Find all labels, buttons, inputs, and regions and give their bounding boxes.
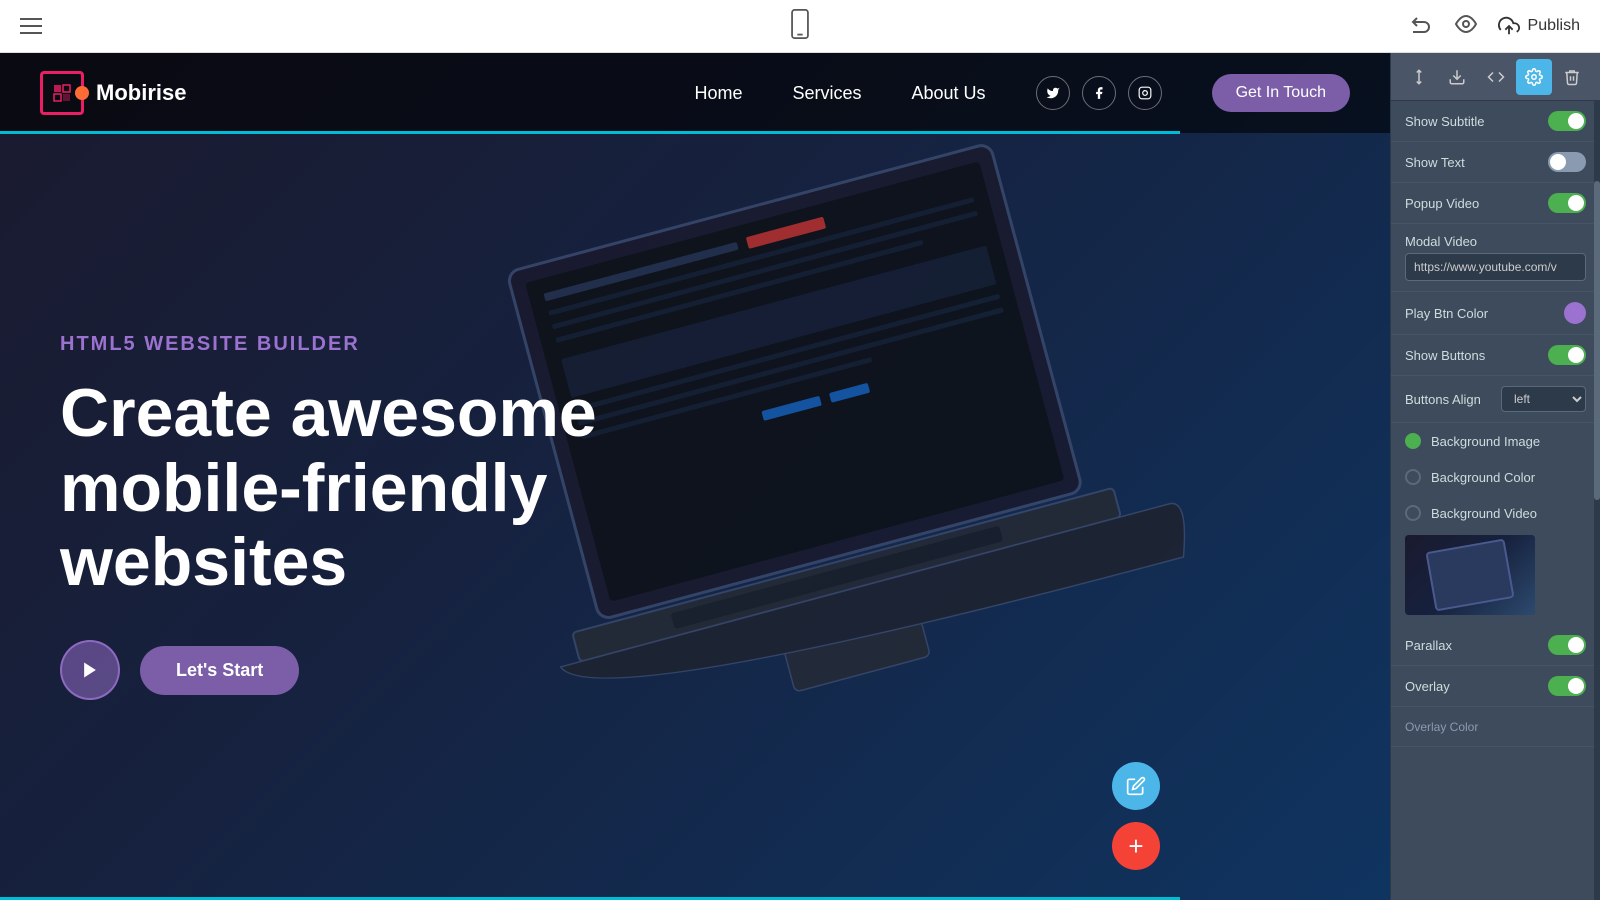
logo-text: Mobirise xyxy=(96,80,186,106)
panel-toolbar xyxy=(1391,53,1600,101)
sort-tool-button[interactable] xyxy=(1401,59,1437,95)
publish-label: Publish xyxy=(1528,17,1580,35)
background-video-label: Background Video xyxy=(1431,506,1537,521)
background-video-row: Background Video xyxy=(1391,495,1600,531)
phone-icon[interactable] xyxy=(788,9,812,44)
show-subtitle-row: Show Subtitle xyxy=(1391,101,1600,142)
add-fab[interactable]: + xyxy=(1112,822,1160,870)
lets-start-button[interactable]: Let's Start xyxy=(140,646,299,695)
trash-tool-button[interactable] xyxy=(1554,59,1590,95)
panel-scrollbar-thumb xyxy=(1594,181,1600,501)
facebook-icon[interactable] xyxy=(1082,76,1116,110)
play-btn-color-row: Play Btn Color xyxy=(1391,292,1600,335)
buttons-align-row: Buttons Align left center right xyxy=(1391,376,1600,423)
site-logo: Mobirise xyxy=(40,71,186,115)
play-btn-color-label: Play Btn Color xyxy=(1405,306,1488,321)
publish-button[interactable]: Publish xyxy=(1498,15,1580,37)
parallax-label: Parallax xyxy=(1405,638,1452,653)
thumbnail-laptop xyxy=(1425,539,1514,612)
settings-tool-button[interactable] xyxy=(1516,59,1552,95)
background-image-radio[interactable] xyxy=(1405,433,1421,449)
popup-video-label: Popup Video xyxy=(1405,196,1479,211)
background-image-label: Background Image xyxy=(1431,434,1540,449)
hamburger-icon[interactable] xyxy=(20,18,42,34)
section-border-top xyxy=(0,131,1180,134)
nav-social xyxy=(1036,76,1162,110)
modal-video-label: Modal Video xyxy=(1405,234,1477,249)
buttons-align-label: Buttons Align xyxy=(1405,392,1481,407)
top-toolbar: Publish xyxy=(0,0,1600,53)
parallax-toggle[interactable] xyxy=(1548,635,1586,655)
hero-subtitle: HTML5 WEBSITE BUILDER xyxy=(60,333,660,356)
show-text-row: Show Text xyxy=(1391,142,1600,183)
code-tool-button[interactable] xyxy=(1478,59,1514,95)
hero-section: HTML5 WEBSITE BUILDER Create awesome mob… xyxy=(0,53,1390,900)
popup-video-row: Popup Video xyxy=(1391,183,1600,224)
background-image-row: Background Image xyxy=(1391,423,1600,459)
show-text-label: Show Text xyxy=(1405,155,1465,170)
undo-icon[interactable] xyxy=(1410,12,1434,41)
show-text-toggle[interactable] xyxy=(1548,152,1586,172)
background-color-radio[interactable] xyxy=(1405,469,1421,485)
nav-link-services[interactable]: Services xyxy=(792,83,861,104)
panel-settings: Show Subtitle Show Text Popup Video xyxy=(1391,101,1600,900)
extra-setting-label: Overlay Color xyxy=(1405,720,1478,734)
background-color-label: Background Color xyxy=(1431,470,1535,485)
website-preview: Mobirise Home Services About Us xyxy=(0,53,1390,900)
panel-scrollbar[interactable] xyxy=(1594,101,1600,900)
fab-container: + xyxy=(1112,762,1160,870)
preview-icon[interactable] xyxy=(1454,12,1478,41)
logo-icon xyxy=(40,71,84,115)
modal-video-input[interactable] xyxy=(1405,253,1586,281)
nav-link-home[interactable]: Home xyxy=(694,83,742,104)
toolbar-center xyxy=(788,9,812,44)
play-button[interactable] xyxy=(60,640,120,700)
background-video-radio[interactable] xyxy=(1405,505,1421,521)
thumbnail-inner xyxy=(1405,535,1535,615)
show-buttons-label: Show Buttons xyxy=(1405,348,1485,363)
show-buttons-row: Show Buttons xyxy=(1391,335,1600,376)
play-btn-color-swatch[interactable] xyxy=(1564,302,1586,324)
popup-video-toggle[interactable] xyxy=(1548,193,1586,213)
background-color-row: Background Color xyxy=(1391,459,1600,495)
overlay-row: Overlay xyxy=(1391,666,1600,707)
main-area: Mobirise Home Services About Us xyxy=(0,53,1600,900)
background-thumbnail xyxy=(1405,535,1535,615)
edit-fab[interactable] xyxy=(1112,762,1160,810)
site-nav: Mobirise Home Services About Us xyxy=(0,53,1390,133)
modal-video-row: Modal Video xyxy=(1391,224,1600,292)
twitter-icon[interactable] xyxy=(1036,76,1070,110)
show-subtitle-label: Show Subtitle xyxy=(1405,114,1485,129)
toolbar-right: Publish xyxy=(1410,12,1580,41)
instagram-icon[interactable] xyxy=(1128,76,1162,110)
nav-link-about[interactable]: About Us xyxy=(912,83,986,104)
buttons-align-select[interactable]: left center right xyxy=(1501,386,1586,412)
hero-content: HTML5 WEBSITE BUILDER Create awesome mob… xyxy=(60,333,660,700)
right-panel: Show Subtitle Show Text Popup Video xyxy=(1390,53,1600,900)
parallax-row: Parallax xyxy=(1391,625,1600,666)
show-buttons-toggle[interactable] xyxy=(1548,345,1586,365)
show-subtitle-toggle[interactable] xyxy=(1548,111,1586,131)
overlay-toggle[interactable] xyxy=(1548,676,1586,696)
hero-title: Create awesome mobile-friendly websites xyxy=(60,376,660,600)
download-tool-button[interactable] xyxy=(1439,59,1475,95)
extra-setting-row: Overlay Color xyxy=(1391,707,1600,747)
hero-buttons: Let's Start xyxy=(60,640,660,700)
overlay-label: Overlay xyxy=(1405,679,1450,694)
toolbar-left xyxy=(20,18,42,34)
hero-title-line1: Create awesome xyxy=(60,375,597,451)
hero-title-line2: mobile-friendly websites xyxy=(60,450,547,601)
get-in-touch-button[interactable]: Get In Touch xyxy=(1212,74,1350,112)
site-nav-links: Home Services About Us Get In Touch xyxy=(694,74,1350,112)
